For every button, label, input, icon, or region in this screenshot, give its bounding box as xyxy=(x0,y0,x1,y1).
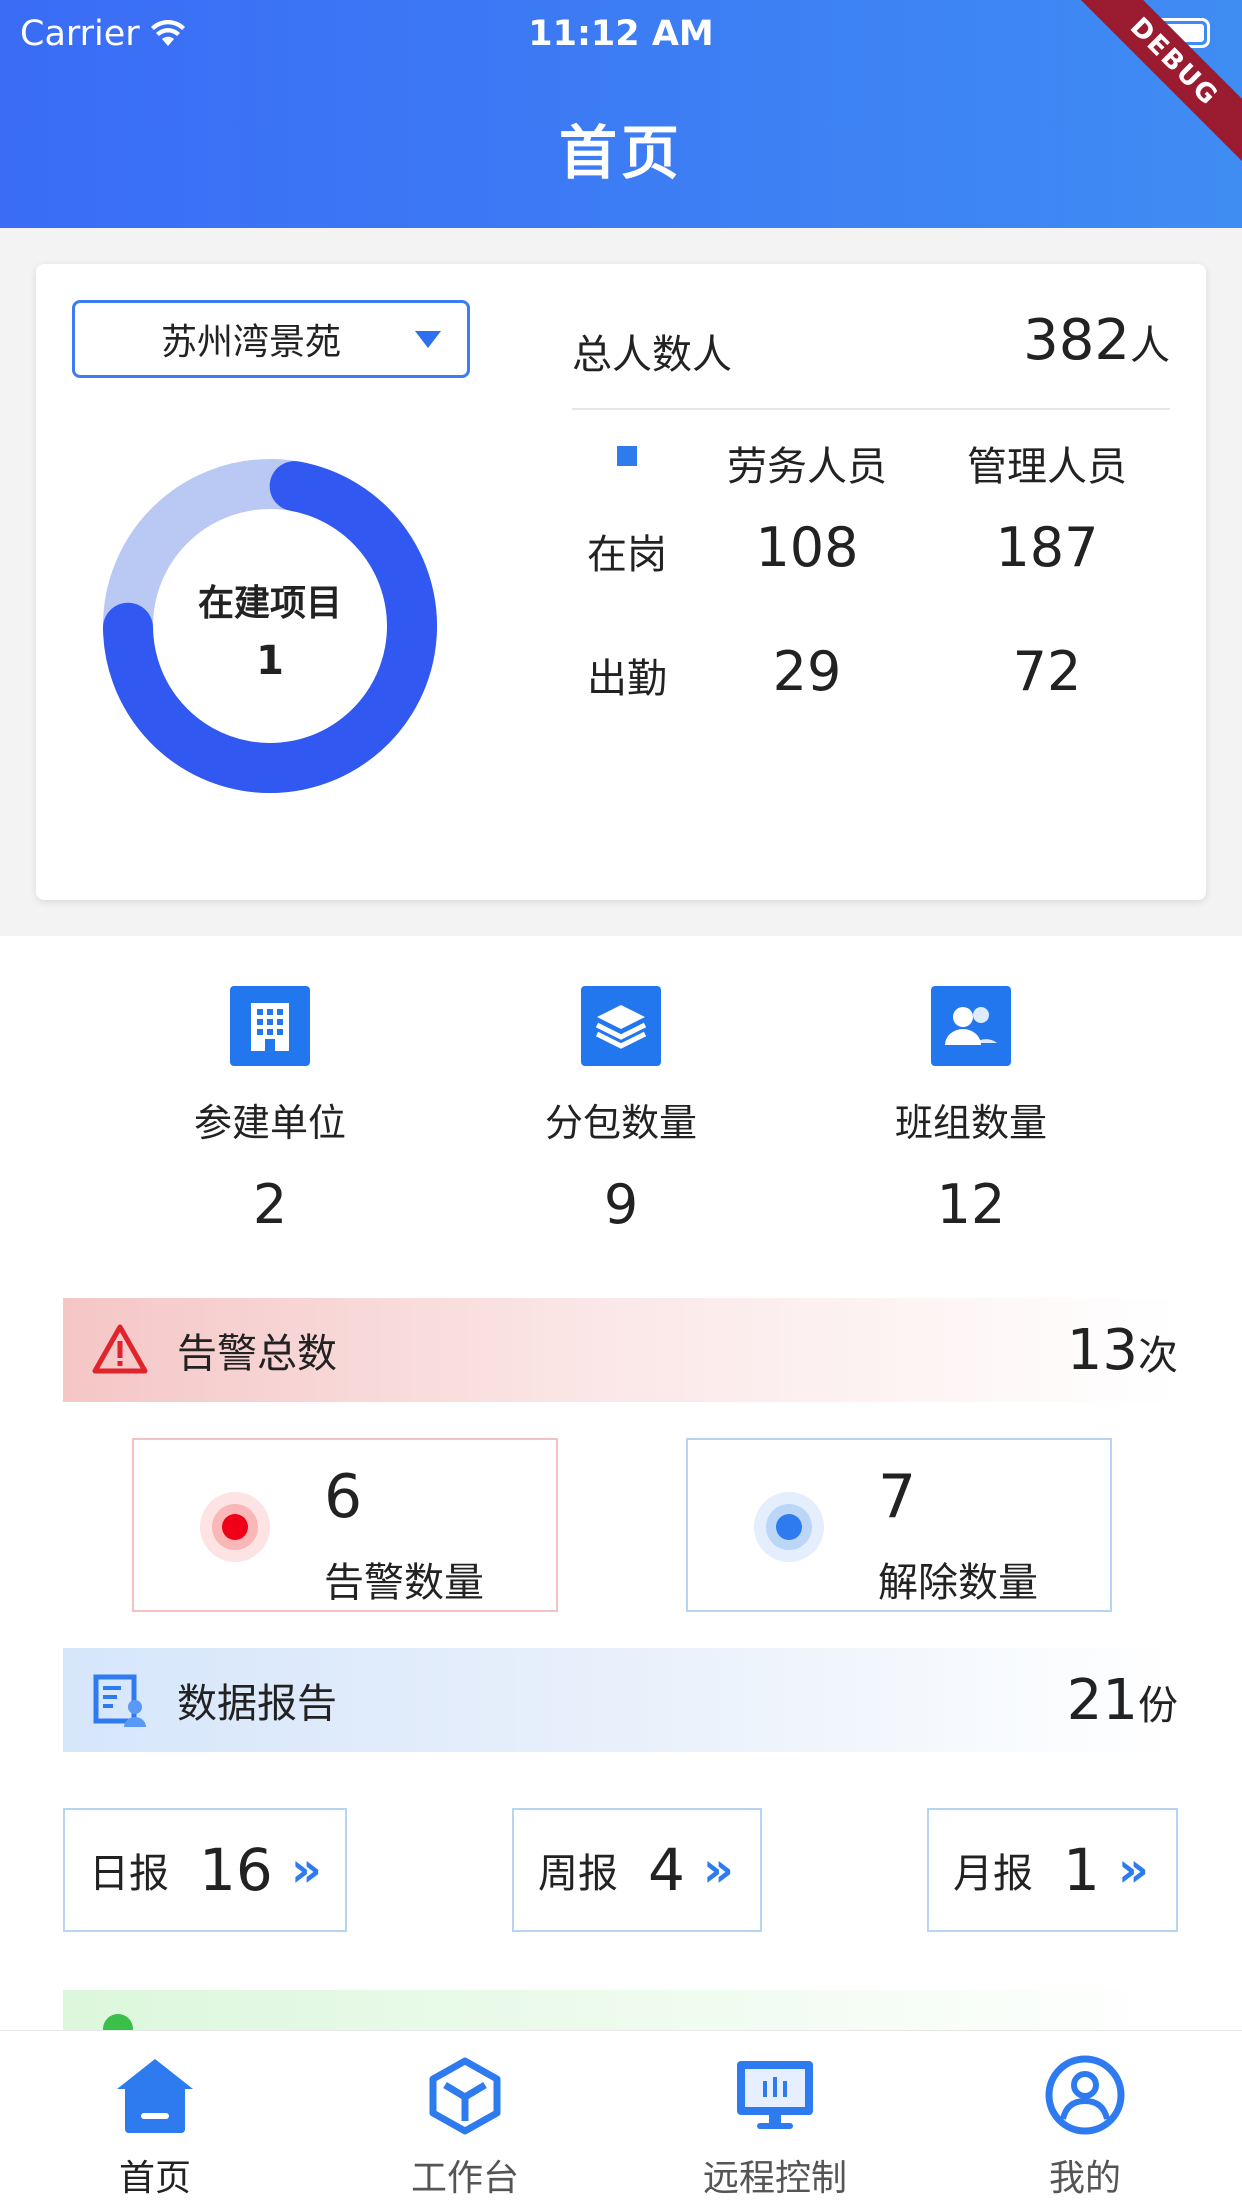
alarm-count-value: 6 xyxy=(324,1462,363,1532)
double-chevron-right-icon: » xyxy=(1117,1842,1149,1898)
home-icon xyxy=(117,2059,193,2133)
tab-label: 首页 xyxy=(118,2158,191,2199)
alarm-count-label: 告警数量 xyxy=(324,1560,484,1606)
profile-icon xyxy=(1045,2055,1125,2135)
data-report-label: 数据报告 xyxy=(177,1681,337,1727)
double-chevron-right-icon: » xyxy=(702,1842,734,1898)
blue-dot-icon xyxy=(754,1492,824,1562)
bottom-tab-bar: 首页 工作台 远程控制 我的 xyxy=(0,2030,1242,2208)
monthly-report-button[interactable]: 月报 1 » xyxy=(927,1808,1178,1932)
group-icon xyxy=(931,986,1011,1066)
alarm-total-unit: 次 xyxy=(1138,1332,1178,1379)
metrics-row: 参建单位 2 分包数量 9 班组数量 12 xyxy=(0,986,1242,1246)
building-icon xyxy=(230,986,310,1066)
status-bar: Carrier 11:12 AM xyxy=(0,8,1242,58)
total-people-value: 382人 xyxy=(1023,308,1170,373)
red-dot-icon xyxy=(200,1492,270,1562)
daily-report-label: 日报 xyxy=(89,1851,169,1897)
column-header-management: 管理人员 xyxy=(967,444,1127,490)
on-duty-labor-value: 108 xyxy=(755,516,859,579)
weekly-report-value: 4 xyxy=(648,1836,685,1904)
total-people-label: 总人数人 xyxy=(572,332,732,378)
metric-value: 12 xyxy=(936,1173,1006,1236)
double-chevron-right-icon: » xyxy=(290,1842,322,1898)
cleared-count-label: 解除数量 xyxy=(878,1560,1038,1606)
tab-label: 工作台 xyxy=(410,2158,519,2199)
cube-icon xyxy=(429,2057,501,2135)
project-select[interactable]: 苏州湾景苑 xyxy=(72,300,470,378)
report-icon xyxy=(93,1674,146,1727)
table-row-attendance: 出勤 29 72 xyxy=(572,640,1170,710)
row-label-attendance: 出勤 xyxy=(587,656,667,702)
tab-workbench[interactable]: 工作台 xyxy=(365,2055,565,2201)
metric-label: 参建单位 xyxy=(193,1101,346,1145)
monitor-icon xyxy=(737,2061,813,2129)
divider xyxy=(572,408,1170,410)
page-title: 首页 xyxy=(558,119,683,187)
data-report-bar[interactable]: 数据报告 21份 xyxy=(63,1648,1178,1752)
layers-icon xyxy=(581,986,661,1066)
alarm-total-label: 告警总数 xyxy=(177,1331,337,1377)
metric-value: 2 xyxy=(252,1173,288,1236)
warning-icon xyxy=(92,1324,148,1374)
row-label-on-duty: 在岗 xyxy=(587,532,667,578)
tab-home[interactable]: 首页 xyxy=(55,2055,255,2201)
metric-participating-units[interactable]: 参建单位 2 xyxy=(120,986,420,1236)
metric-label: 班组数量 xyxy=(894,1101,1047,1145)
data-report-unit: 份 xyxy=(1138,1682,1178,1729)
on-duty-management-value: 187 xyxy=(995,516,1099,579)
metric-team-count[interactable]: 班组数量 12 xyxy=(821,986,1121,1236)
data-report-number: 21 xyxy=(1066,1667,1138,1733)
cleared-count-box[interactable]: 7 解除数量 xyxy=(686,1438,1112,1612)
donut-center: 在建项目 1 xyxy=(102,458,438,794)
alarm-total-count: 13次 xyxy=(1067,1318,1178,1383)
tab-remote-control[interactable]: 远程控制 xyxy=(675,2055,875,2201)
attendance-labor-value: 29 xyxy=(772,640,842,703)
cleared-count-value: 7 xyxy=(878,1462,917,1532)
status-time: 11:12 AM xyxy=(528,14,714,54)
tab-label: 我的 xyxy=(1048,2158,1121,2199)
project-summary-card: 苏州湾景苑 在建项目 1 总人数人 382人 劳务人员 管理人员 在岗 108 … xyxy=(36,264,1206,900)
legend-square-icon xyxy=(617,446,637,466)
caret-down-icon xyxy=(415,331,441,348)
weekly-report-button[interactable]: 周报 4 » xyxy=(512,1808,762,1932)
weekly-report-label: 周报 xyxy=(538,1851,618,1897)
green-dot-icon xyxy=(103,2014,133,2030)
app-header: Carrier 11:12 AM 首页 DEBUG xyxy=(0,0,1242,228)
metric-label: 分包数量 xyxy=(544,1101,697,1145)
partially-hidden-section xyxy=(63,1990,1178,2030)
donut-value: 1 xyxy=(256,638,284,684)
total-people-number: 382 xyxy=(1023,308,1130,373)
monthly-report-value: 1 xyxy=(1063,1836,1100,1904)
attendance-management-value: 72 xyxy=(1012,640,1082,703)
table-row-on-duty: 在岗 108 187 xyxy=(572,516,1170,586)
metric-subcontract-count[interactable]: 分包数量 9 xyxy=(471,986,771,1236)
project-select-value: 苏州湾景苑 xyxy=(160,322,341,363)
daily-report-value: 16 xyxy=(199,1836,273,1904)
metric-value: 9 xyxy=(603,1173,639,1236)
alarm-total-bar[interactable]: 告警总数 13次 xyxy=(63,1298,1178,1402)
tab-mine[interactable]: 我的 xyxy=(985,2055,1185,2201)
column-header-labor: 劳务人员 xyxy=(727,444,887,490)
alarm-total-number: 13 xyxy=(1066,1317,1138,1383)
daily-report-button[interactable]: 日报 16 » xyxy=(63,1808,347,1932)
table-header-row: 劳务人员 管理人员 xyxy=(572,424,1170,494)
data-report-count: 21份 xyxy=(1067,1668,1178,1733)
tab-label: 远程控制 xyxy=(702,2158,847,2199)
donut-label: 在建项目 xyxy=(197,583,342,624)
total-people-unit: 人 xyxy=(1130,323,1170,369)
monthly-report-label: 月报 xyxy=(953,1851,1033,1897)
alarm-count-box[interactable]: 6 告警数量 xyxy=(132,1438,558,1612)
